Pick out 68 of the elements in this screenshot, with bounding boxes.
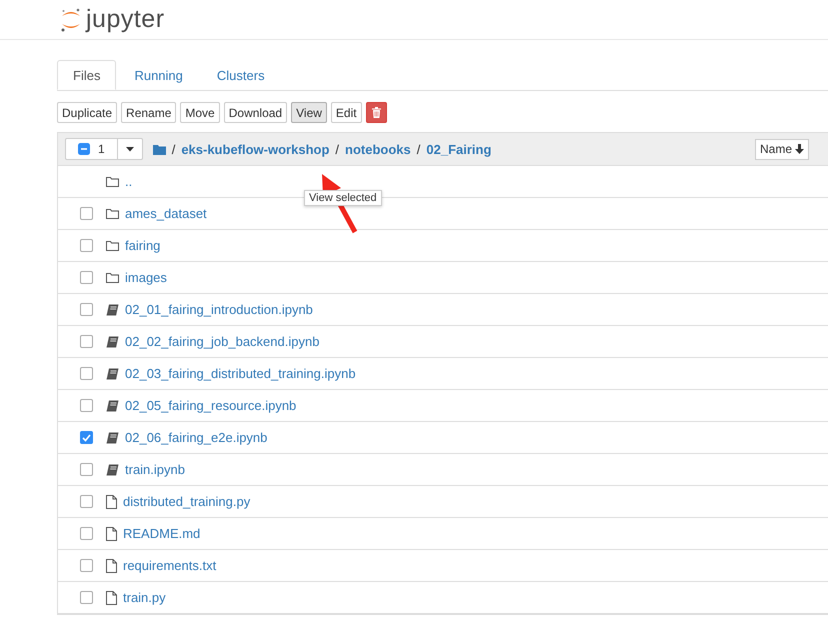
path-separator: / [335, 142, 340, 156]
checkbox[interactable] [80, 591, 93, 604]
file-icon [106, 590, 117, 604]
checkbox-minus-icon [78, 143, 90, 155]
tab[interactable]: Clusters [200, 60, 281, 90]
arrow-down-icon [795, 144, 804, 154]
checkbox[interactable] [80, 335, 93, 348]
book-icon [106, 304, 119, 316]
book-icon [106, 432, 119, 444]
toolbar-button[interactable]: Move [180, 102, 220, 123]
selected-count: 1 [98, 142, 105, 156]
toolbar-button[interactable]: Edit [330, 102, 362, 123]
checkbox[interactable] [80, 367, 93, 380]
folder-icon [106, 208, 119, 219]
caret-icon [126, 146, 134, 152]
logo-text: jupyter [86, 7, 165, 32]
checkbox[interactable] [80, 495, 93, 508]
tab[interactable]: Running [118, 60, 199, 90]
file-link[interactable]: distributed_training.py [123, 494, 250, 509]
file-link[interactable]: 02_06_fairing_e2e.ipynb [125, 430, 268, 445]
tab[interactable]: Files [57, 60, 116, 90]
file-link[interactable]: 02_03_fairing_distributed_training.ipynb [125, 366, 356, 381]
path-separator: / [172, 142, 176, 156]
file-link[interactable]: .. [125, 174, 132, 189]
sort-button[interactable]: Name [755, 138, 810, 160]
breadcrumb-link[interactable]: 02_Fairing [426, 142, 492, 156]
trash-icon [372, 107, 381, 118]
file-link[interactable]: requirements.txt [123, 558, 216, 573]
checkbox[interactable] [80, 463, 93, 476]
checkbox[interactable] [80, 431, 93, 444]
book-icon [106, 368, 119, 380]
file-link[interactable]: 02_02_fairing_job_backend.ipynb [125, 334, 320, 349]
file-link[interactable]: images [125, 270, 167, 285]
checkbox[interactable] [80, 303, 93, 316]
file-link[interactable]: 02_01_fairing_introduction.ipynb [125, 302, 313, 317]
file-link[interactable]: fairing [125, 238, 160, 253]
book-icon [106, 336, 119, 348]
checkbox[interactable] [80, 239, 93, 252]
breadcrumb-link[interactable]: notebooks [345, 142, 411, 156]
file-link[interactable]: README.md [123, 526, 200, 541]
toolbar-button[interactable]: Duplicate [57, 102, 118, 123]
checkbox[interactable] [80, 207, 93, 220]
path-separator: / [416, 142, 420, 156]
checkbox[interactable] [80, 399, 93, 412]
folder-icon [106, 176, 119, 187]
toolbar-button[interactable]: Download [224, 102, 288, 123]
delete-button[interactable] [366, 102, 387, 123]
file-icon [106, 526, 117, 540]
book-icon [106, 400, 119, 412]
folder-icon [106, 272, 119, 283]
checkbox[interactable] [80, 559, 93, 572]
file-link[interactable]: train.py [123, 590, 166, 605]
logo-icon [60, 6, 82, 32]
checkbox[interactable] [80, 527, 93, 540]
breadcrumb-link[interactable]: eks-kubeflow-workshop [181, 142, 330, 156]
file-link[interactable]: 02_05_fairing_resource.ipynb [125, 398, 296, 413]
book-icon [106, 464, 119, 476]
folder-icon [106, 240, 119, 251]
selection-dropdown[interactable]: 1 [65, 138, 143, 160]
file-link[interactable]: ames_dataset [125, 206, 207, 221]
toolbar-button[interactable]: View [291, 102, 327, 123]
file-icon [106, 558, 117, 572]
file-link[interactable]: train.ipynb [125, 462, 185, 477]
toolbar-button[interactable]: Rename [121, 102, 176, 123]
checkbox[interactable] [80, 271, 93, 284]
file-icon [106, 494, 117, 508]
folder-icon [152, 144, 166, 154]
tooltip: View selected [304, 190, 382, 206]
